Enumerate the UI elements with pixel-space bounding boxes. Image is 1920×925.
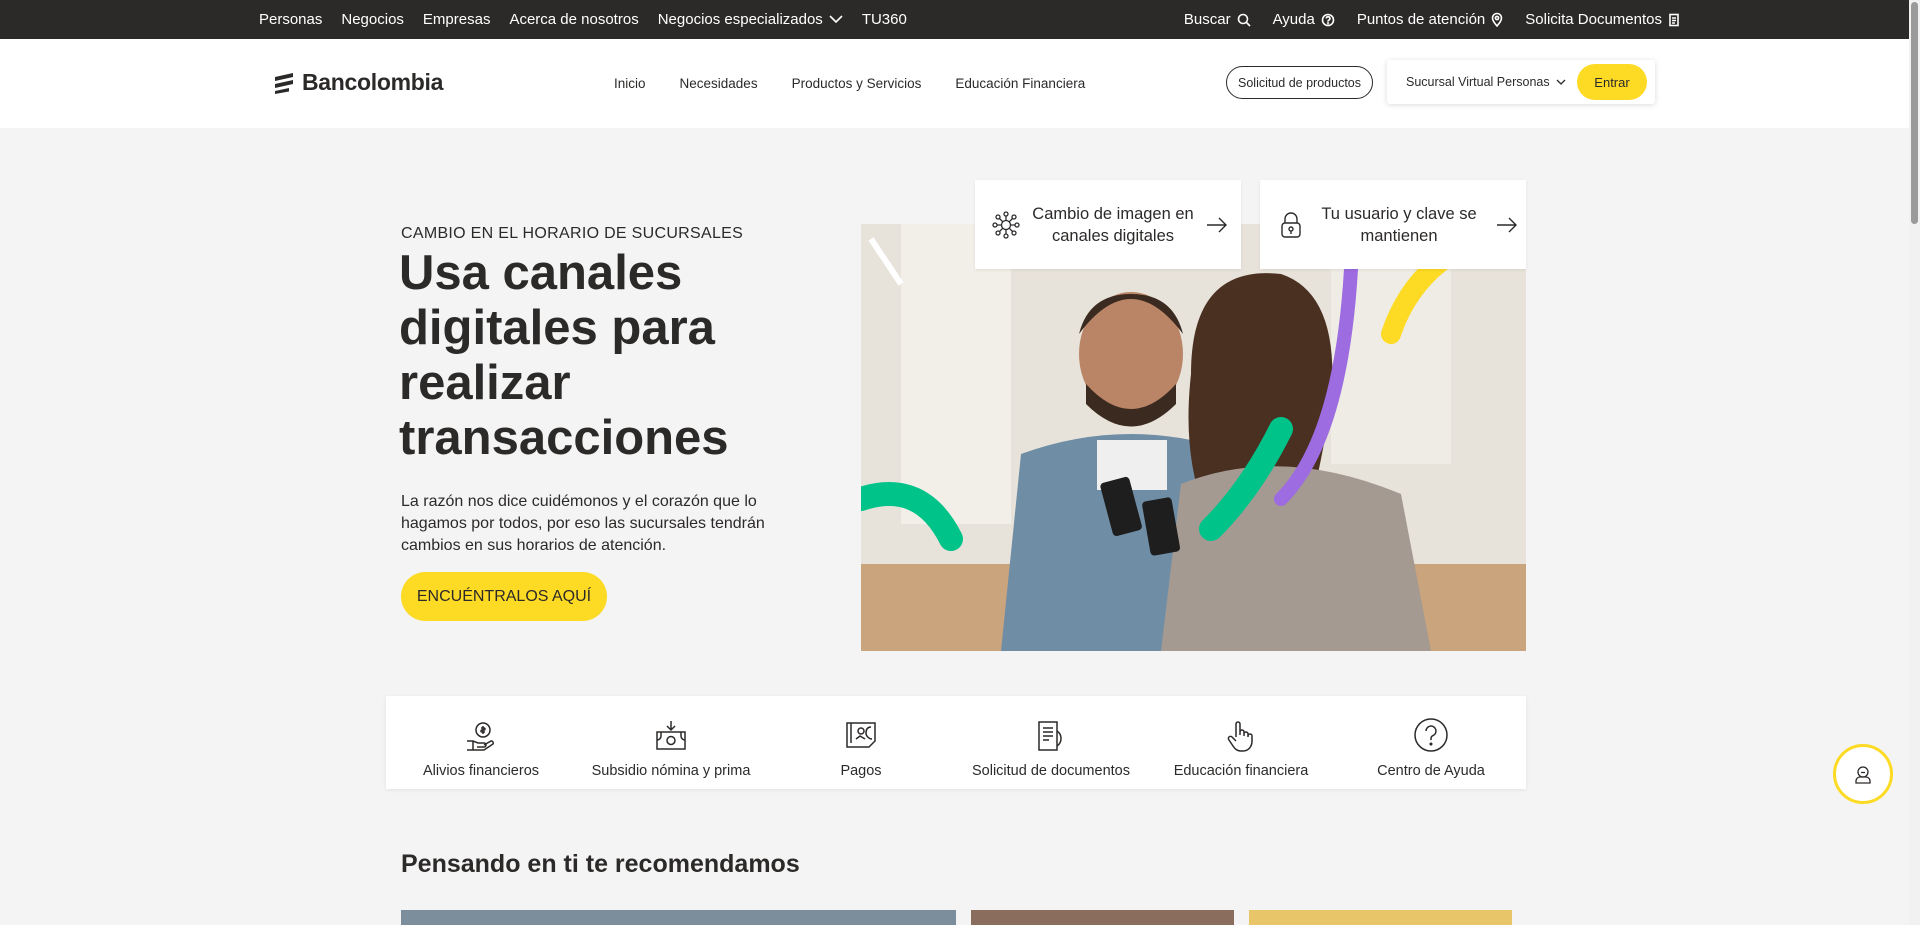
recommendations-title: Pensando en ti te recomendamos — [401, 850, 800, 878]
help-link[interactable]: Ayuda — [1273, 11, 1335, 28]
recommendation-card-3[interactable] — [1249, 910, 1512, 925]
quick-solicitud-documentos-label: Solicitud de documentos — [972, 763, 1130, 779]
quick-solicitud-documentos[interactable]: Solicitud de documentos — [956, 696, 1146, 789]
logo-mark-icon — [275, 72, 293, 94]
quick-subsidio-nomina[interactable]: Subsidio nómina y prima — [576, 696, 766, 789]
nav-inicio[interactable]: Inicio — [614, 76, 646, 91]
scrollbar-thumb[interactable] — [1911, 2, 1918, 224]
arrow-right-icon — [1497, 217, 1517, 232]
sucursal-login-box: Sucursal Virtual Personas Entrar — [1387, 60, 1655, 104]
quick-pagos[interactable]: Pagos — [766, 696, 956, 789]
sucursal-select[interactable]: Sucursal Virtual Personas — [1406, 60, 1566, 104]
money-download-icon — [656, 721, 686, 750]
logo-text: Bancolombia — [302, 69, 444, 95]
nav-necesidades[interactable]: Necesidades — [680, 76, 758, 91]
location-pin-icon — [1491, 12, 1503, 27]
hero-eyebrow: CAMBIO EN EL HORARIO DE SUCURSALES — [401, 225, 744, 242]
info-card-cambio-imagen-label: Cambio de imagen en canales digitales — [1032, 204, 1194, 245]
help-label: Ayuda — [1272, 11, 1315, 28]
hand-money-icon — [467, 722, 495, 751]
chat-assistant-icon — [1855, 766, 1871, 784]
sucursal-select-value: Sucursal Virtual Personas — [1406, 75, 1550, 89]
segment-empresas[interactable]: Empresas — [423, 11, 491, 28]
payment-icon — [846, 722, 876, 748]
quick-alivios-financieros[interactable]: Alivios financieros — [386, 696, 576, 789]
main-nav: Inicio Necesidades Productos y Servicios… — [614, 39, 1085, 128]
nav-educacion-financiera[interactable]: Educación Financiera — [955, 76, 1085, 91]
recommendation-card-2[interactable] — [971, 910, 1234, 925]
nav-productos-servicios[interactable]: Productos y Servicios — [792, 76, 922, 91]
segment-negocios-especializados-label: Negocios especializados — [657, 11, 823, 28]
lock-icon — [1281, 211, 1301, 238]
quick-centro-ayuda-label: Centro de Ayuda — [1377, 763, 1485, 779]
hero-title: Usa canales digitales para realizar tran… — [399, 246, 729, 465]
help-circle-icon — [1321, 13, 1335, 26]
points-label: Puntos de atención — [1356, 11, 1486, 28]
chevron-down-icon — [829, 15, 843, 24]
segment-negocios-especializados[interactable]: Negocios especializados — [658, 11, 843, 28]
hero-image — [861, 224, 1526, 651]
bancolombia-logo[interactable]: Bancolombia — [272, 69, 443, 96]
quick-subsidio-nomina-label: Subsidio nómina y prima — [591, 763, 751, 779]
segment-acerca[interactable]: Acerca de nosotros — [509, 11, 638, 28]
hero-illustration — [861, 224, 1526, 651]
segment-tu360[interactable]: TU360 — [862, 11, 907, 28]
search-icon — [1237, 13, 1251, 27]
network-icon — [992, 210, 1020, 239]
top-utility-bar: Personas Negocios Empresas Acerca de nos… — [0, 0, 1909, 39]
question-icon — [1414, 718, 1448, 752]
quick-pagos-label: Pagos — [840, 763, 882, 779]
recommendation-card-1[interactable] — [401, 910, 956, 925]
points-link[interactable]: Puntos de atención — [1357, 11, 1503, 28]
documents-label: Solicita Documentos — [1525, 11, 1662, 28]
arrow-right-icon — [1207, 217, 1227, 232]
entrar-button[interactable]: Entrar — [1577, 64, 1647, 100]
info-card-usuario-clave[interactable]: Tu usuario y clave se mantienen — [1260, 180, 1526, 269]
document-small-icon — [1669, 13, 1679, 26]
chevron-down-icon — [1556, 79, 1566, 85]
quick-educacion-financiera-label: Educación financiera — [1173, 763, 1309, 779]
virtual-assistant-button[interactable] — [1833, 744, 1893, 804]
hero-description: La razón nos dice cuidémonos y el corazó… — [401, 493, 765, 554]
quick-access-bar: Alivios financieros Subsidio nómina y pr… — [386, 696, 1526, 789]
search-link[interactable]: Buscar — [1184, 11, 1251, 28]
document-icon — [1038, 721, 1062, 751]
info-card-usuario-clave-label: Tu usuario y clave se mantienen — [1321, 204, 1477, 245]
segment-negocios[interactable]: Negocios — [341, 11, 404, 28]
search-label: Buscar — [1183, 11, 1231, 28]
documents-link[interactable]: Solicita Documentos — [1525, 11, 1680, 28]
quick-educacion-financiera[interactable]: Educación financiera — [1146, 696, 1336, 789]
quick-centro-ayuda[interactable]: Centro de Ayuda — [1336, 696, 1526, 789]
solicitud-productos-button[interactable]: Solicitud de productos — [1226, 66, 1373, 99]
segment-nav: Personas Negocios Empresas Acerca de nos… — [259, 0, 907, 39]
quick-alivios-financieros-label: Alivios financieros — [422, 763, 540, 779]
utility-links: Buscar Ayuda Puntos de atención Solicita… — [1184, 0, 1680, 39]
encuentralos-button[interactable]: ENCUÉNTRALOS AQUÍ — [401, 572, 607, 621]
info-card-cambio-imagen[interactable]: Cambio de imagen en canales digitales — [975, 180, 1241, 269]
finger-icon — [1227, 721, 1253, 752]
main-header: Bancolombia Inicio Necesidades Productos… — [0, 39, 1909, 128]
segment-personas[interactable]: Personas — [259, 11, 322, 28]
page-scrollbar[interactable] — [1909, 0, 1920, 925]
